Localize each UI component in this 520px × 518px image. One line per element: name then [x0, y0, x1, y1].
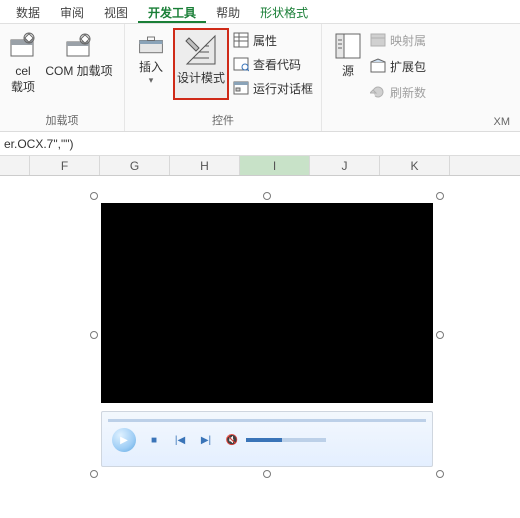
col-header-j[interactable]: J: [310, 156, 380, 175]
media-next-button[interactable]: ▶|: [198, 432, 214, 448]
properties-button[interactable]: 属性: [231, 28, 315, 52]
run-dialog-button[interactable]: 运行对话框: [231, 76, 315, 100]
resize-handle-bl[interactable]: [90, 470, 98, 478]
tab-view[interactable]: 视图: [94, 2, 138, 23]
media-seek-bar[interactable]: [108, 415, 426, 425]
media-play-button[interactable]: ▶: [112, 428, 136, 452]
view-code-label: 查看代码: [253, 56, 301, 73]
ribbon: cel 载项 COM 加载项 加载项 插入 ▾ 设计模式: [0, 24, 520, 132]
media-mute-button[interactable]: 🔇: [224, 432, 240, 448]
media-player-object[interactable]: ▶ ■ |◀ ▶| 🔇: [94, 196, 440, 474]
xml-expand-label: 扩展包: [390, 58, 426, 75]
excel-addins-button[interactable]: cel 载项: [6, 28, 40, 96]
properties-icon: [233, 32, 249, 48]
group-addins: cel 载项 COM 加载项 加载项: [0, 24, 125, 131]
group-controls-title: 控件: [131, 110, 315, 128]
col-header-blank[interactable]: [0, 156, 30, 175]
com-addin-label: COM 加载项: [45, 64, 112, 78]
resize-handle-br[interactable]: [436, 470, 444, 478]
expansion-pack-icon: [370, 58, 386, 74]
col-header-h[interactable]: H: [170, 156, 240, 175]
media-prev-button[interactable]: |◀: [172, 432, 188, 448]
design-mode-button[interactable]: 设计模式: [173, 28, 229, 100]
tab-developer[interactable]: 开发工具: [138, 2, 206, 23]
xml-source-label: 源: [342, 64, 354, 78]
col-header-g[interactable]: G: [100, 156, 170, 175]
properties-label: 属性: [253, 32, 277, 49]
insert-controls-button[interactable]: 插入 ▾: [131, 28, 171, 100]
insert-label: 插入: [139, 58, 163, 75]
media-volume-slider[interactable]: [246, 438, 326, 442]
col-header-i[interactable]: I: [240, 156, 310, 175]
view-code-icon: [233, 56, 249, 72]
resize-handle-tl[interactable]: [90, 192, 98, 200]
group-xml: 源 映射属 扩展包 刷新数 XM: [322, 24, 520, 131]
formula-bar[interactable]: er.OCX.7",""): [0, 132, 520, 156]
group-controls: 插入 ▾ 设计模式 属性 查看代码 运行对话框: [125, 24, 322, 131]
media-stop-button[interactable]: ■: [146, 432, 162, 448]
media-control-bar: ▶ ■ |◀ ▶| 🔇: [101, 411, 433, 467]
excel-addin-label-bottom: 载项: [11, 80, 35, 94]
map-properties-icon: [370, 32, 386, 48]
ribbon-tabs: 数据 审阅 视图 开发工具 帮助 形状格式: [0, 0, 520, 24]
column-headers: F G H I J K: [0, 156, 520, 176]
resize-handle-r[interactable]: [436, 331, 444, 339]
resize-handle-tr[interactable]: [436, 192, 444, 200]
worksheet: F G H I J K ▶ ■ |◀ ▶| 🔇: [0, 156, 520, 516]
com-addin-icon: [63, 30, 95, 62]
tab-help[interactable]: 帮助: [206, 2, 250, 23]
xml-source-button[interactable]: 源: [328, 28, 368, 104]
grid-area[interactable]: ▶ ■ |◀ ▶| 🔇: [0, 176, 520, 516]
run-dialog-label: 运行对话框: [253, 80, 313, 97]
col-header-f[interactable]: F: [30, 156, 100, 175]
tab-shape-format[interactable]: 形状格式: [250, 2, 318, 23]
play-icon: ▶: [120, 435, 128, 446]
view-code-button[interactable]: 查看代码: [231, 52, 315, 76]
addin-icon: [7, 30, 39, 62]
resize-handle-b[interactable]: [263, 470, 271, 478]
group-addins-title: 加载项: [6, 110, 118, 128]
resize-handle-l[interactable]: [90, 331, 98, 339]
tab-review[interactable]: 审阅: [50, 2, 94, 23]
xml-refresh-button: 刷新数: [368, 80, 428, 104]
excel-addin-label-top: cel: [15, 64, 30, 78]
xml-expand-button[interactable]: 扩展包: [368, 54, 428, 78]
com-addins-button[interactable]: COM 加载项: [40, 28, 118, 96]
col-header-k[interactable]: K: [380, 156, 450, 175]
media-video-area: [101, 203, 433, 403]
resize-handle-t[interactable]: [263, 192, 271, 200]
design-mode-label: 设计模式: [177, 69, 225, 86]
tab-data[interactable]: 数据: [6, 2, 50, 23]
group-xml-title: XM: [328, 114, 514, 128]
chevron-down-icon: ▾: [149, 75, 154, 86]
xml-map-button: 映射属: [368, 28, 428, 52]
xml-source-icon: [332, 30, 364, 62]
design-mode-icon: [183, 32, 219, 68]
xml-refresh-label: 刷新数: [390, 84, 426, 101]
run-dialog-icon: [233, 80, 249, 96]
refresh-icon: [370, 84, 386, 100]
toolbox-icon: [137, 30, 165, 58]
xml-map-label: 映射属: [390, 32, 426, 49]
formula-text: er.OCX.7",""): [4, 137, 73, 151]
